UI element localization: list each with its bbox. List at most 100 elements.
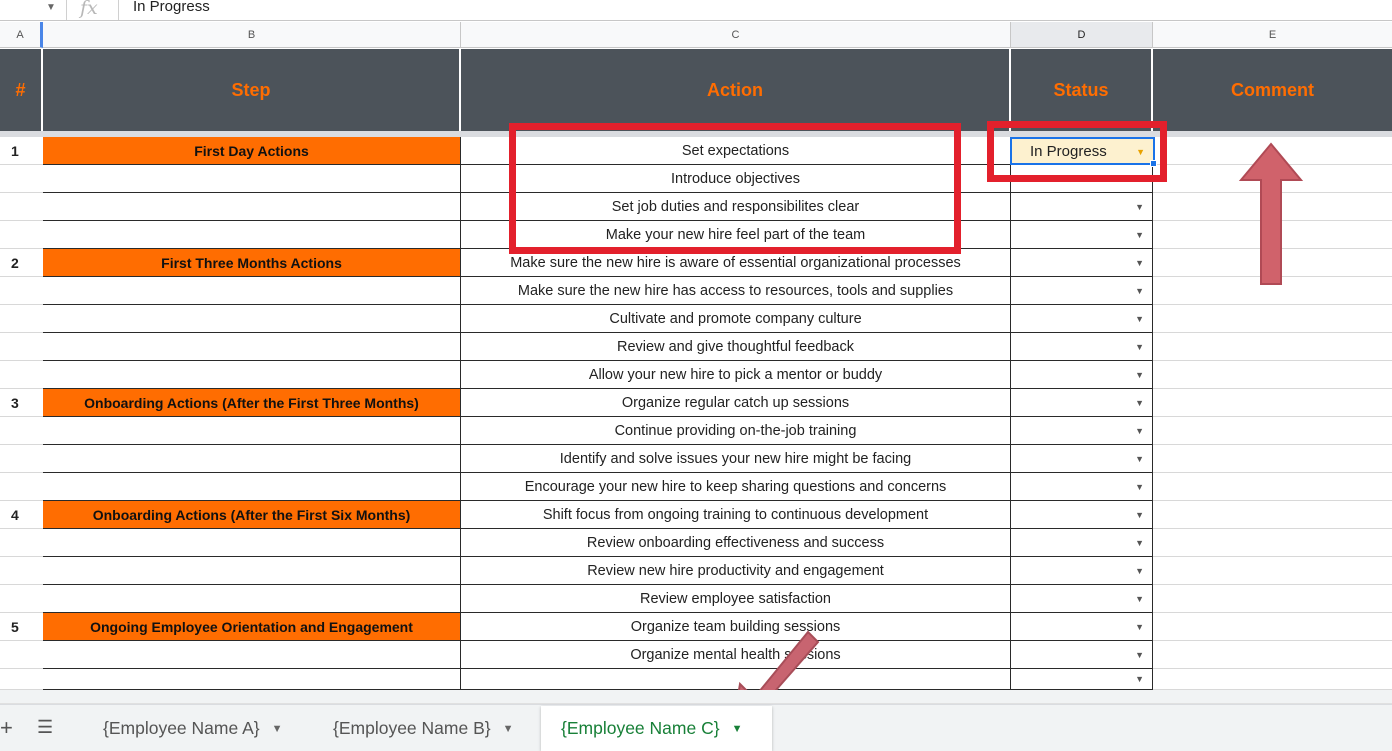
row-number[interactable] [0,417,43,445]
column-header-c[interactable]: C [461,22,1011,48]
step-cell[interactable]: First Three Months Actions [43,249,461,277]
row-number[interactable] [0,529,43,557]
header-action[interactable]: Action [461,49,1011,131]
header-status[interactable]: Status [1011,49,1153,131]
dropdown-arrow-icon[interactable]: ▼ [1135,426,1144,436]
row-number[interactable] [0,193,43,221]
status-cell[interactable]: ▼ [1011,445,1153,473]
comment-cell[interactable] [1153,417,1392,445]
step-cell[interactable] [43,445,461,473]
action-cell[interactable]: Set job duties and responsibilites clear [461,193,1011,221]
action-cell[interactable]: Make your new hire feel part of the team [461,221,1011,249]
step-cell[interactable]: Ongoing Employee Orientation and Engagem… [43,613,461,641]
action-cell[interactable]: Allow your new hire to pick a mentor or … [461,361,1011,389]
dropdown-arrow-icon[interactable]: ▼ [1135,258,1144,268]
step-cell[interactable] [43,165,461,193]
row-number[interactable] [0,445,43,473]
horizontal-scrollbar[interactable] [0,690,1392,704]
dropdown-arrow-icon[interactable]: ▼ [1135,454,1144,464]
row-number[interactable]: 3 [0,389,43,417]
step-cell[interactable] [43,669,461,690]
action-cell[interactable]: Encourage your new hire to keep sharing … [461,473,1011,501]
step-cell[interactable]: Onboarding Actions (After the First Six … [43,501,461,529]
step-cell[interactable] [43,305,461,333]
status-cell[interactable]: ▼ [1011,585,1153,613]
row-number[interactable]: 1 [0,137,43,165]
comment-cell[interactable] [1153,473,1392,501]
fill-handle[interactable] [1150,160,1157,167]
tab-menu-caret-icon[interactable]: ▼ [272,723,283,735]
all-sheets-menu-icon[interactable]: ☰ [37,717,53,738]
action-cell[interactable]: Review and give thoughtful feedback [461,333,1011,361]
step-cell[interactable]: Onboarding Actions (After the First Thre… [43,389,461,417]
comment-cell[interactable] [1153,613,1392,641]
row-number[interactable] [0,585,43,613]
row-number[interactable] [0,333,43,361]
dropdown-arrow-icon[interactable]: ▼ [1135,286,1144,296]
row-number[interactable] [0,557,43,585]
step-cell[interactable] [43,585,461,613]
header-step[interactable]: Step [43,49,461,131]
status-cell[interactable]: ▼ [1011,249,1153,277]
step-cell[interactable] [43,277,461,305]
step-cell[interactable] [43,221,461,249]
status-cell[interactable]: ▼ [1011,557,1153,585]
action-cell[interactable]: Organize regular catch up sessions [461,389,1011,417]
status-cell[interactable]: ▼ [1011,361,1153,389]
dropdown-arrow-icon[interactable]: ▼ [1135,650,1144,660]
comment-cell[interactable] [1153,501,1392,529]
dropdown-arrow-icon[interactable]: ▼ [1135,398,1144,408]
status-cell[interactable]: ▼ [1011,529,1153,557]
status-cell[interactable]: ▼ [1011,221,1153,249]
comment-cell[interactable] [1153,445,1392,473]
action-cell[interactable]: Make sure the new hire is aware of essen… [461,249,1011,277]
dropdown-arrow-icon[interactable]: ▼ [1135,482,1144,492]
step-cell[interactable] [43,193,461,221]
dropdown-arrow-icon[interactable]: ▼ [1135,174,1144,184]
step-cell[interactable] [43,333,461,361]
comment-cell[interactable] [1153,389,1392,417]
header-comment[interactable]: Comment [1153,49,1392,131]
dropdown-arrow-icon[interactable]: ▼ [1135,622,1144,632]
action-cell[interactable]: Introduce objectives [461,165,1011,193]
sheet-tab-employee-b[interactable]: {Employee Name B} ▼ [313,706,538,751]
status-cell[interactable]: ▼ [1011,641,1153,669]
action-cell[interactable]: Identify and solve issues your new hire … [461,445,1011,473]
step-cell[interactable] [43,361,461,389]
dropdown-arrow-icon[interactable]: ▼ [1135,538,1144,548]
dropdown-arrow-icon[interactable]: ▼ [1135,594,1144,604]
status-cell[interactable]: ▼ [1011,193,1153,221]
status-cell[interactable]: ▼ [1011,501,1153,529]
tab-menu-caret-icon[interactable]: ▼ [732,723,743,735]
column-header-d[interactable]: D [1011,22,1153,48]
sheet-tab-employee-c[interactable]: {Employee Name C} ▼ [541,706,772,751]
row-number[interactable]: 4 [0,501,43,529]
dropdown-arrow-icon[interactable]: ▼ [1135,230,1144,240]
sheet-tab-employee-a[interactable]: {Employee Name A} ▼ [83,706,308,751]
header-number[interactable]: # [0,49,43,131]
formula-input[interactable]: In Progress [133,0,210,15]
dropdown-arrow-icon[interactable]: ▼ [1135,566,1144,576]
comment-cell[interactable] [1153,361,1392,389]
tab-menu-caret-icon[interactable]: ▼ [503,723,514,735]
status-cell[interactable]: ▼ [1011,277,1153,305]
row-number[interactable] [0,641,43,669]
status-cell[interactable]: ▼ [1011,333,1153,361]
row-number[interactable] [0,277,43,305]
column-header-e[interactable]: E [1153,22,1392,48]
row-number[interactable] [0,165,43,193]
status-cell[interactable]: ▼ [1011,669,1153,690]
status-cell[interactable]: ▼ [1011,613,1153,641]
step-cell[interactable] [43,529,461,557]
action-cell[interactable]: Review onboarding effectiveness and succ… [461,529,1011,557]
status-cell[interactable]: ▼ [1011,389,1153,417]
step-cell[interactable] [43,473,461,501]
comment-cell[interactable] [1153,669,1392,690]
status-cell[interactable]: ▼ [1011,305,1153,333]
step-cell[interactable] [43,641,461,669]
status-dropdown-selected[interactable]: In Progress ▼ [1010,137,1157,167]
column-header-b[interactable]: B [43,22,461,48]
action-cell[interactable]: Continue providing on-the-job training [461,417,1011,445]
row-number[interactable]: 2 [0,249,43,277]
dropdown-arrow-icon[interactable]: ▼ [1135,510,1144,520]
